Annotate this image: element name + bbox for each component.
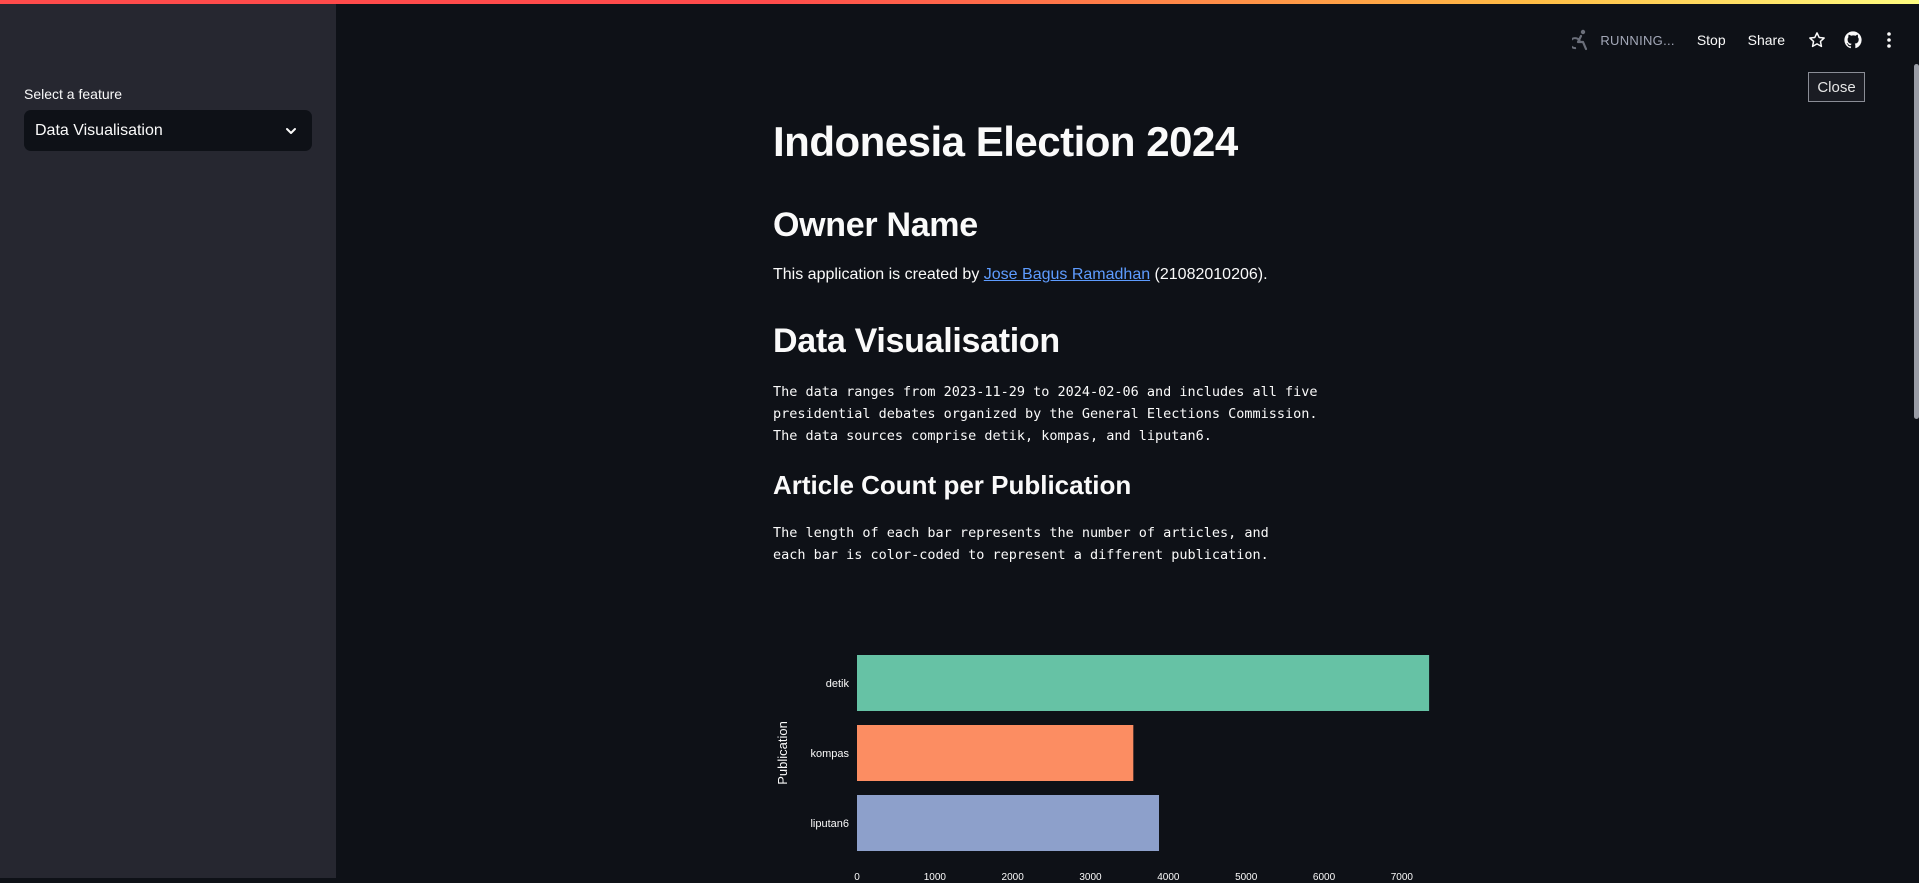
- chart-category-label: liputan6: [810, 818, 849, 830]
- creator-link[interactable]: Jose Bagus Ramadhan: [984, 266, 1150, 283]
- running-status: RUNNING...: [1572, 29, 1675, 51]
- feature-select-label: Select a feature: [24, 86, 123, 102]
- close-tooltip[interactable]: Close: [1808, 72, 1865, 102]
- creator-line: This application is created by Jose Bagu…: [773, 266, 1268, 284]
- feature-select-value: Data Visualisation: [35, 121, 163, 139]
- top-accent-bar: [0, 0, 1919, 4]
- viz-description: The data ranges from 2023-11-29 to 2024-…: [773, 381, 1393, 447]
- page-title: Indonesia Election 2024: [773, 118, 1238, 165]
- chart-category-label: detik: [826, 678, 850, 690]
- article-count-chart: detik kompas liputan6 0 1000 2000 3000 4000 5000…: [773, 630, 1473, 883]
- chevron-down-icon: [286, 127, 296, 134]
- article-description-line: each bar is color-coded to represent a d…: [773, 547, 1269, 563]
- article-description-line: The length of each bar represents the nu…: [773, 525, 1269, 541]
- kebab-menu-icon[interactable]: [1879, 30, 1899, 50]
- chart-bar-liputan6: [857, 795, 1160, 851]
- scrollbar-thumb[interactable]: [1914, 64, 1919, 419]
- running-status-text: RUNNING...: [1600, 32, 1675, 48]
- toolbar: RUNNING... Stop Share: [1572, 28, 1899, 52]
- article-count-chart-svg: detikkompasliputan60 1000 2000 3000 4000 5000…: [775, 655, 1430, 883]
- chart-bar-kompas: [857, 725, 1134, 781]
- share-button[interactable]: Share: [1748, 32, 1785, 48]
- running-man-icon: [1572, 29, 1588, 51]
- chart-bar-detik: [857, 655, 1430, 711]
- chart-y-axis-label: Publication: [775, 721, 790, 785]
- creator-suffix: (21082010206).: [1150, 266, 1268, 283]
- star-icon[interactable]: [1807, 30, 1827, 50]
- article-description: The length of each bar represents the nu…: [773, 522, 1393, 566]
- github-icon[interactable]: [1843, 30, 1863, 50]
- creator-prefix: This application is created by: [773, 266, 984, 283]
- article-heading: Article Count per Publication: [773, 470, 1132, 500]
- sidebar: Select a feature Data Visualisation: [0, 0, 336, 878]
- chart-category-label: kompas: [810, 748, 849, 760]
- viz-description-line: presidential debates organized by the Ge…: [773, 406, 1318, 422]
- stop-button[interactable]: Stop: [1697, 32, 1726, 48]
- viz-description-line: The data ranges from 2023-11-29 to 2024-…: [773, 384, 1318, 400]
- viz-heading: Data Visualisation: [773, 322, 1060, 360]
- feature-select[interactable]: Data Visualisation: [24, 110, 312, 151]
- owner-heading: Owner Name: [773, 206, 978, 244]
- viz-description-line: The data sources comprise detik, kompas,…: [773, 428, 1212, 444]
